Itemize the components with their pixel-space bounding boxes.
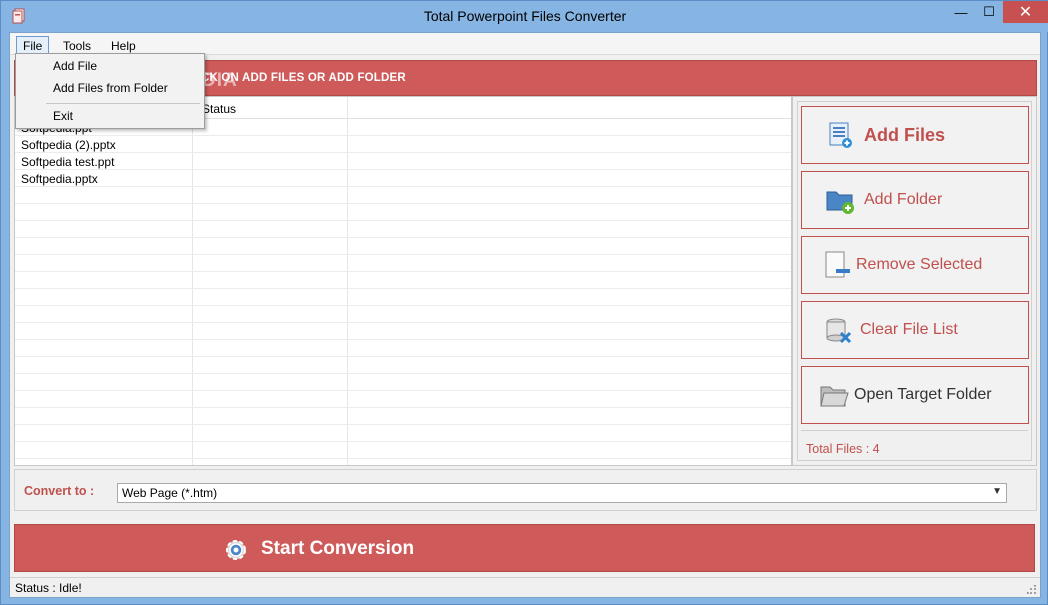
format-select[interactable]: Web Page (*.htm) ▼ [117,483,1007,503]
menu-separator [46,103,200,104]
status-text: Status : Idle! [15,581,82,595]
open-target-folder-label: Open Target Folder [854,386,992,403]
remove-selected-button[interactable]: Remove Selected [801,236,1029,294]
convert-to-label: Convert to : [24,484,95,498]
empty-row [15,408,791,425]
menu-add-file[interactable]: Add File [53,59,97,73]
file-name: Softpedia test.ppt [21,155,115,169]
database-delete-icon [826,318,852,344]
menu-add-files-from-folder[interactable]: Add Files from Folder [53,81,168,95]
document-remove-icon [825,251,850,278]
add-files-label: Add Files [864,124,946,145]
table-row[interactable]: Softpedia.pptx [15,170,791,187]
format-select-value: Web Page (*.htm) [122,486,218,500]
convert-row: Convert to : Web Page (*.htm) ▼ [14,469,1037,511]
empty-row [15,187,791,204]
divider [801,430,1028,431]
resize-grip-icon[interactable] [1027,585,1037,595]
total-files-count: Total Files : 4 [806,442,880,456]
add-folder-label: Add Folder [864,191,943,208]
clear-file-list-button[interactable]: Clear File List [801,301,1029,359]
start-conversion-button[interactable]: Start Conversion [14,524,1035,572]
chevron-down-icon: ▼ [992,486,1002,497]
open-target-folder-button[interactable]: Open Target Folder [801,366,1029,424]
remove-selected-label: Remove Selected [856,256,983,273]
status-bar: Status : Idle! [10,577,1040,597]
empty-row [15,238,791,255]
banner-text: CK ON ADD FILES OR ADD FOLDER [201,72,406,84]
table-row[interactable]: Softpedia test.ppt [15,153,791,170]
empty-row [15,306,791,323]
file-menu-dropdown: Add File Add Files from Folder Exit [15,53,205,129]
title-bar[interactable]: Total Powerpoint Files Converter — ☐ ✕ [1,1,1048,32]
file-name: Softpedia.pptx [21,172,98,186]
app-window: Total Powerpoint Files Converter — ☐ ✕ F… [0,0,1048,605]
empty-row [15,391,791,408]
clear-file-list-label: Clear File List [860,321,958,338]
menu-file[interactable]: File [16,36,50,54]
close-button[interactable]: ✕ [1003,1,1048,23]
minimize-button[interactable]: — [948,1,974,23]
start-conversion-label: Start Conversion [261,538,415,559]
empty-row [15,442,791,459]
empty-row [15,272,791,289]
empty-row [15,204,791,221]
empty-row [15,221,791,238]
empty-row [15,255,791,272]
actions-inner: Add Files Add Folder Remove Selected Cle… [797,101,1032,461]
gear-icon [226,540,246,560]
empty-row [15,323,791,340]
maximize-button[interactable]: ☐ [976,1,1002,23]
column-header-status[interactable]: Status [202,102,236,116]
file-list[interactable]: Status Softpedia.ppt Softpedia (2).pptx … [14,96,792,466]
menu-exit[interactable]: Exit [53,109,73,123]
empty-row [15,357,791,374]
empty-row [15,340,791,357]
empty-row [15,289,791,306]
empty-row [15,425,791,442]
menu-bar: File Tools Help [10,33,1040,55]
window-title: Total Powerpoint Files Converter [423,8,627,24]
add-files-button[interactable]: Add Files [801,106,1029,164]
actions-panel: Add Files Add Folder Remove Selected Cle… [792,96,1037,466]
empty-row [15,374,791,391]
file-list-add-icon [829,122,852,148]
add-folder-button[interactable]: Add Folder [801,171,1029,229]
file-name: Softpedia (2).pptx [21,138,116,152]
table-row[interactable]: Softpedia (2).pptx [15,136,791,153]
folder-add-icon [826,191,854,214]
folder-open-icon [820,386,849,407]
